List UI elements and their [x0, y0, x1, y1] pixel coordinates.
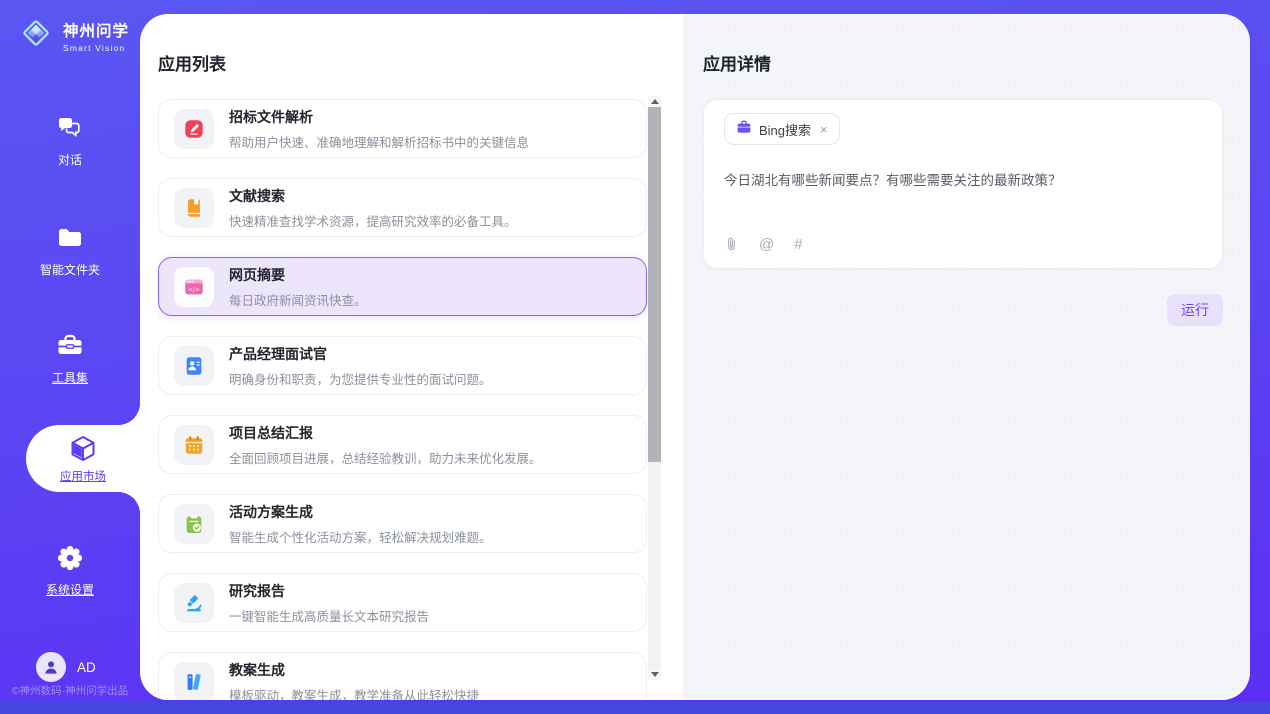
app-card-title: 文献搜索 — [229, 186, 517, 206]
app-card-text: 教案生成模板驱动，教案生成，教学准备从此轻松快捷 — [229, 660, 479, 701]
app-card-title: 产品经理面试官 — [229, 344, 492, 364]
app-detail-pane: 应用详情 Bing搜索 × 今日湖北有哪些新闻要点？有哪些需要关注的最新政策？ … — [683, 14, 1250, 700]
briefcase-icon — [736, 119, 752, 140]
composer-toolbar: @# — [724, 235, 1202, 253]
prompt-card: Bing搜索 × 今日湖北有哪些新闻要点？有哪些需要关注的最新政策？ @# — [703, 99, 1223, 269]
pen-square-icon — [174, 109, 214, 149]
diamond-logo-icon — [16, 13, 56, 58]
app-card-description: 明确身份和职责，为您提供专业性的面试问题。 — [229, 369, 492, 388]
sidebar-item-1[interactable]: 智能文件夹 — [0, 222, 140, 278]
hash-icon[interactable]: # — [794, 236, 802, 253]
triangle-up-icon — [651, 99, 659, 104]
app-card-3[interactable]: 产品经理面试官明确身份和职责，为您提供专业性的面试问题。 — [158, 336, 647, 395]
triangle-down-icon — [651, 672, 659, 677]
scroll-up-button[interactable] — [648, 96, 661, 107]
app-card-text: 招标文件解析帮助用户快速、准确地理解和解析招标书中的关键信息 — [229, 107, 529, 151]
app-card-description: 帮助用户快速、准确地理解和解析招标书中的关键信息 — [229, 132, 529, 151]
microscope-icon — [174, 583, 214, 623]
brand-text: 神州问学 Smart Vision — [63, 19, 129, 53]
brand-tagline: Smart Vision — [63, 43, 129, 53]
sidebar-item-0[interactable]: 对话 — [0, 112, 140, 168]
app-card-description: 一键智能生成高质量长文本研究报告 — [229, 606, 429, 625]
app-card-description: 模板驱动，教案生成，教学准备从此轻松快捷 — [229, 685, 479, 701]
close-icon[interactable]: × — [820, 122, 828, 137]
app-card-title: 活动方案生成 — [229, 502, 492, 522]
sidebar-item-3[interactable]: 应用市场 — [26, 425, 140, 492]
sidebar-item-label: 系统设置 — [46, 581, 94, 598]
tool-tag-bing-search[interactable]: Bing搜索 × — [724, 113, 840, 145]
toolbox-icon — [55, 330, 85, 362]
books-icon — [174, 662, 214, 701]
app-card-text: 文献搜索快速精准查找学术资源，提高研究效率的必备工具。 — [229, 186, 517, 230]
cube-icon — [67, 433, 99, 465]
app-card-title: 网页摘要 — [229, 265, 367, 285]
app-detail-title: 应用详情 — [703, 50, 1223, 75]
user-name: AD — [77, 660, 96, 675]
sidebar-item-label: 智能文件夹 — [40, 261, 100, 278]
app-card-description: 全面回顾项目进展，总结经验教训，助力未来优化发展。 — [229, 448, 542, 467]
main-content: 应用列表 招标文件解析帮助用户快速、准确地理解和解析招标书中的关键信息文献搜索快… — [140, 14, 1250, 700]
brand-name: 神州问学 — [63, 19, 129, 41]
brand: 神州问学 Smart Vision — [16, 13, 129, 58]
app-card-title: 招标文件解析 — [229, 107, 529, 127]
folder-icon — [55, 222, 85, 254]
app-card-text: 项目总结汇报全面回顾项目进展，总结经验教训，助力未来优化发展。 — [229, 423, 542, 467]
app-card-description: 智能生成个性化活动方案，轻松解决规划难题。 — [229, 527, 492, 546]
at-icon[interactable]: @ — [759, 236, 774, 253]
avatar — [36, 652, 66, 682]
sidebar-item-4[interactable]: 系统设置 — [0, 542, 140, 598]
paperclip-icon[interactable] — [724, 235, 739, 253]
app-card-5[interactable]: 活动方案生成智能生成个性化活动方案，轻松解决规划难题。 — [158, 494, 647, 553]
app-card-text: 活动方案生成智能生成个性化活动方案，轻松解决规划难题。 — [229, 502, 492, 546]
app-card-text: 产品经理面试官明确身份和职责，为您提供专业性的面试问题。 — [229, 344, 492, 388]
run-button[interactable]: 运行 — [1167, 294, 1223, 326]
sidebar-item-label: 应用市场 — [60, 468, 106, 484]
copyright-text: ©神州数码·神州问学出品 — [0, 683, 140, 698]
app-card-description: 每日政府新闻资讯快查。 — [229, 290, 367, 309]
app-card-title: 教案生成 — [229, 660, 479, 680]
scroll-down-button[interactable] — [648, 669, 661, 680]
app-card-7[interactable]: 教案生成模板驱动，教案生成，教学准备从此轻松快捷 — [158, 652, 647, 700]
sidebar-item-label: 对话 — [58, 151, 82, 168]
app-card-title: 项目总结汇报 — [229, 423, 542, 443]
app-card-4[interactable]: 项目总结汇报全面回顾项目进展，总结经验教训，助力未来优化发展。 — [158, 415, 647, 474]
app-card-text: 网页摘要每日政府新闻资讯快查。 — [229, 265, 367, 309]
svg-text:</>: </> — [189, 286, 200, 293]
sidebar-item-2[interactable]: 工具集 — [0, 330, 140, 386]
app-list-title: 应用列表 — [158, 50, 683, 75]
book-icon — [174, 188, 214, 228]
app-card-2[interactable]: </> 网页摘要每日政府新闻资讯快查。 — [158, 257, 647, 316]
clipboard-check-icon — [174, 504, 214, 544]
app-list-pane: 应用列表 招标文件解析帮助用户快速、准确地理解和解析招标书中的关键信息文献搜索快… — [140, 14, 683, 700]
sidebar-item-label: 工具集 — [52, 369, 88, 386]
bottom-strip — [0, 702, 1270, 714]
app-list: 招标文件解析帮助用户快速、准确地理解和解析招标书中的关键信息文献搜索快速精准查找… — [158, 99, 647, 700]
app-card-0[interactable]: 招标文件解析帮助用户快速、准确地理解和解析招标书中的关键信息 — [158, 99, 647, 158]
app-card-6[interactable]: 研究报告一键智能生成高质量长文本研究报告 — [158, 573, 647, 632]
user-chip[interactable]: AD — [36, 652, 96, 682]
chat-icon — [55, 112, 85, 144]
app-card-1[interactable]: 文献搜索快速精准查找学术资源，提高研究效率的必备工具。 — [158, 178, 647, 237]
sidebar: 神州问学 Smart Vision 对话智能文件夹工具集应用市场系统设置 AD … — [0, 0, 140, 714]
calendar-icon — [174, 425, 214, 465]
tool-tag-label: Bing搜索 — [759, 120, 811, 139]
app-card-description: 快速精准查找学术资源，提高研究效率的必备工具。 — [229, 211, 517, 230]
scrollbar[interactable] — [648, 96, 661, 680]
interview-icon — [174, 346, 214, 386]
scroll-thumb[interactable] — [648, 107, 661, 462]
gear-icon — [55, 542, 85, 574]
browser-code-icon: </> — [174, 267, 214, 307]
query-text-input[interactable]: 今日湖北有哪些新闻要点？有哪些需要关注的最新政策？ — [724, 169, 1202, 189]
app-card-text: 研究报告一键智能生成高质量长文本研究报告 — [229, 581, 429, 625]
app-card-title: 研究报告 — [229, 581, 429, 601]
